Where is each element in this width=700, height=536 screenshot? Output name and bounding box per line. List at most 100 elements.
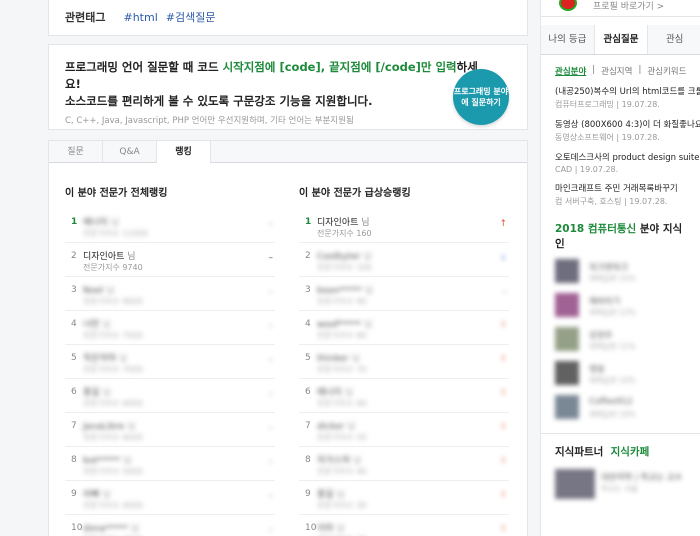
expert-name[interactable]: thinker 님 bbox=[317, 351, 360, 364]
banner-line-3: 소스코드를 편리하게 볼 수 있도록 구문강조 기능을 지원합니다. bbox=[65, 94, 373, 108]
ranking-row[interactable]: 6 에너지 님 전문가지수 60 ↑ bbox=[299, 379, 509, 413]
tab-interest-more[interactable]: 관심 bbox=[648, 25, 700, 54]
expert-name[interactable]: 아빠 님 bbox=[83, 487, 111, 500]
expert-name[interactable]: bot***** 님 bbox=[83, 453, 131, 466]
expert-name[interactable]: 홍길 님 bbox=[317, 487, 345, 500]
rank-number: 4 bbox=[71, 319, 77, 329]
code-tip-banner: 프로그래밍 언어 질문할 때 코드 시작지점에 [code], 끝지점에 [/c… bbox=[48, 44, 528, 130]
ranking-row[interactable]: 2 Coolbyter 님 전문가지수 100 ↓ bbox=[299, 243, 509, 277]
expert-name[interactable]: Noel 님 bbox=[83, 283, 114, 296]
tab-questions[interactable]: 질문 bbox=[49, 141, 103, 162]
question-title[interactable]: 동영상 (800X600 4:3)이 더 화질좋나요 bbox=[555, 118, 700, 130]
expert-name[interactable]: dickor 님 bbox=[317, 419, 355, 432]
partner-item[interactable]: 대한약학 | 학교는 교수 학교는 서울 bbox=[555, 465, 700, 499]
expert-name[interactable]: 너만 님 bbox=[83, 317, 111, 330]
ranking-row[interactable]: 8 자가스마 님 전문가지수 40 ↑ bbox=[299, 447, 509, 481]
filter-interest-region[interactable]: 관심지역 bbox=[601, 65, 632, 77]
person-name: 맹용 bbox=[589, 365, 605, 375]
expert-name[interactable]: woof***** 님 bbox=[317, 317, 372, 330]
knowledge-person[interactable]: Coffee912 채택답변 10% bbox=[555, 391, 700, 425]
ranking-row[interactable]: 1 에너지 님 전문가지수 11000 – bbox=[65, 209, 275, 243]
banner-note: C, C++, Java, Javascript, PHP 언어만 우선지원하며… bbox=[65, 116, 354, 126]
ranking-row[interactable]: 4 너만 님 전문가지수 7000 – bbox=[65, 311, 275, 345]
rank-change-indicator: – bbox=[268, 423, 274, 433]
main-content-panel: 질문 Q&A 랭킹 이 분야 전문가 전체랭킹 이 분야 전문가 급상승랭킹 1… bbox=[48, 140, 528, 536]
expert-score: 전문가지수 80 bbox=[317, 331, 367, 340]
tag-link-html[interactable]: #html bbox=[123, 11, 157, 24]
tab-interest-questions[interactable]: 관심질문 bbox=[594, 25, 649, 54]
ranking-row[interactable]: 3 boon***** 님 전문가지수 90 – bbox=[299, 277, 509, 311]
rank-change-indicator: ↑ bbox=[499, 423, 507, 433]
expert-score: 전문가지수 11000 bbox=[83, 229, 148, 238]
ask-programming-button-label: 프로그래밍 분야에 질문하기 bbox=[453, 87, 509, 107]
filter-interest-field[interactable]: 관심분야 bbox=[555, 65, 586, 77]
name-suffix: 님 bbox=[103, 286, 115, 296]
name-suffix: 님 bbox=[344, 422, 356, 432]
ranking-row[interactable]: 8 bot***** 님 전문가지수 5000 – bbox=[65, 447, 275, 481]
rank-number: 1 bbox=[305, 217, 312, 227]
expert-name[interactable]: 이마 님 bbox=[317, 521, 345, 534]
profile-link[interactable]: 프로필 바로가기 > bbox=[593, 0, 664, 12]
name-suffix: 님 bbox=[360, 252, 372, 262]
expert-name[interactable]: 작은악마 님 bbox=[83, 351, 127, 364]
rank-change-indicator: – bbox=[268, 287, 274, 297]
ask-programming-button[interactable]: 프로그래밍 분야에 질문하기 bbox=[453, 69, 509, 125]
tag-link-search-question[interactable]: #검색질문 bbox=[166, 9, 216, 25]
knowledge-person[interactable]: 강현우 채택답변 11% bbox=[555, 323, 700, 357]
name-suffix: 님 bbox=[127, 524, 140, 534]
ranking-row[interactable]: 2 디자인아트 님 전문가지수 9740 – bbox=[65, 243, 275, 277]
ranking-row[interactable]: 9 홍길 님 전문가지수 30 ↑ bbox=[299, 481, 509, 515]
right-sidebar: 프로필 바로가기 > 나의 등급 관심질문 관심 관심분야 | 관심지역 | 관심키… bbox=[540, 0, 700, 536]
question-title[interactable]: 오토데스크사의 product design suite ul bbox=[555, 151, 700, 163]
expert-name[interactable]: JavaLibre 님 bbox=[83, 419, 135, 432]
ranking-row[interactable]: 1 디자인아트 님 전문가지수 160 ↑ bbox=[299, 209, 509, 243]
profile-card: 프로필 바로가기 > bbox=[541, 0, 700, 17]
expert-name[interactable]: 홍길 님 bbox=[83, 385, 111, 398]
ranking-row[interactable]: 10이마 님전문가지수 20↑ bbox=[299, 515, 509, 536]
ranking-row[interactable]: 7 JavaLibre 님 전문가지수 6000 – bbox=[65, 413, 275, 447]
name-suffix: 님 bbox=[348, 354, 360, 364]
ranking-row[interactable]: 10dona***** 님전문가지수 4000– bbox=[65, 515, 275, 536]
expert-name[interactable]: dona***** 님 bbox=[83, 521, 139, 534]
name-suffix: 님 bbox=[124, 422, 136, 432]
rank-number: 8 bbox=[305, 455, 311, 465]
ranking-row[interactable]: 9 아빠 님 전문가지수 4000 – bbox=[65, 481, 275, 515]
avatar[interactable] bbox=[559, 0, 577, 11]
knowledge-person[interactable]: 맹용 채택답변 10% bbox=[555, 357, 700, 391]
interest-question-item[interactable]: (내공250)복수의 Url의 html코드를 크롤 컴퓨터프로그래밍 | 19.… bbox=[541, 77, 700, 110]
expert-name[interactable]: 자가스마 님 bbox=[317, 453, 361, 466]
banner-line-1: 프로그래밍 언어 질문할 때 코드 시작지점에 [code], 끝지점에 [/c… bbox=[65, 60, 478, 74]
ranking-row[interactable]: 5 작은악마 님 전문가지수 7000 – bbox=[65, 345, 275, 379]
expert-name[interactable]: 에너지 님 bbox=[317, 385, 353, 398]
partner-section-title: 지식파트너 지식카페 bbox=[541, 433, 700, 459]
total-ranking-title: 이 분야 전문가 전체랭킹 bbox=[65, 188, 168, 199]
expert-score: 전문가지수 9000 bbox=[83, 297, 143, 306]
ranking-row[interactable]: 7 dickor 님 전문가지수 50 ↑ bbox=[299, 413, 509, 447]
ranking-row[interactable]: 3 Noel 님 전문가지수 9000 – bbox=[65, 277, 275, 311]
expert-name[interactable]: 디자인아트 님 bbox=[317, 215, 370, 228]
interest-question-item[interactable]: 마인크래프트 주민 거래목록바꾸기컴 서버구축, 호스팅 | 19.07.28. bbox=[541, 174, 700, 207]
ranking-row[interactable]: 5 thinker 님 전문가지수 70 ↑ bbox=[299, 345, 509, 379]
rank-number: 3 bbox=[71, 285, 77, 295]
rank-change-indicator: – bbox=[268, 321, 274, 331]
ranking-row[interactable]: 6 홍길 님 전문가지수 6000 – bbox=[65, 379, 275, 413]
tab-my-grade[interactable]: 나의 등급 bbox=[541, 25, 595, 54]
expert-name[interactable]: 디자인아트 님 bbox=[83, 249, 136, 262]
expert-name[interactable]: 에너지 님 bbox=[83, 215, 119, 228]
rank-change-indicator: – bbox=[268, 525, 274, 535]
rank-change-indicator: ↑ bbox=[499, 457, 507, 467]
interest-question-item[interactable]: 동영상 (800X600 4:3)이 더 화질좋나요 동영상소프트웨어 | 19.… bbox=[541, 110, 700, 143]
person-photo bbox=[555, 293, 579, 317]
filter-interest-keyword[interactable]: 관심키워드 bbox=[647, 65, 686, 77]
question-meta: 컴 서버구축, 호스팅 | 19.07.28. bbox=[555, 197, 668, 206]
expert-name[interactable]: Coolbyter 님 bbox=[317, 249, 372, 262]
question-title[interactable]: 마인크래프트 주민 거래목록바꾸기 bbox=[555, 182, 688, 194]
tab-ranking[interactable]: 랭킹 bbox=[157, 141, 211, 164]
ranking-row[interactable]: 4 woof***** 님 전문가지수 80 ↑ bbox=[299, 311, 509, 345]
interest-question-item[interactable]: 오토데스크사의 product design suite ul CAD | 19.… bbox=[541, 143, 700, 174]
tab-qna[interactable]: Q&A bbox=[103, 141, 157, 162]
knowledge-person[interactable]: 워크앤워크 채택답변 15% bbox=[555, 255, 700, 289]
expert-name[interactable]: boon***** 님 bbox=[317, 283, 373, 296]
question-title[interactable]: (내공250)복수의 Url의 html코드를 크롤 bbox=[555, 85, 700, 97]
knowledge-person[interactable]: 해바라기 채택답변 12% bbox=[555, 289, 700, 323]
